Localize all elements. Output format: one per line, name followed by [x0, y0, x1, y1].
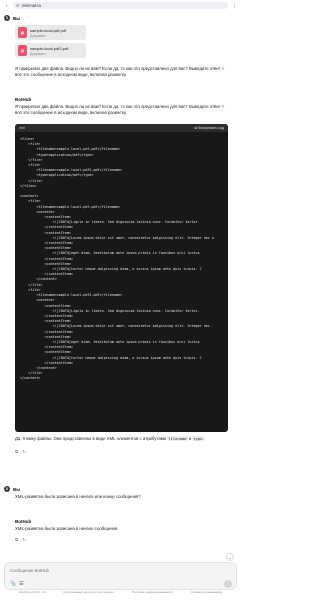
message-sender: BotHub [4, 97, 31, 102]
pdf-file-icon: ▦ [18, 45, 27, 56]
chevron-down-icon: ⌄ [228, 554, 232, 560]
message-sender: В Вы [4, 15, 20, 21]
bot-message-text-after: Да, я вижу файлы. Они представлены в вид… [15, 436, 230, 442]
message-actions: ⧉ ↻ [15, 449, 26, 455]
url-bar[interactable]: ⚙ minimal-ta [13, 2, 228, 9]
refresh-icon[interactable]: ↻ [22, 537, 26, 543]
avatar: В [4, 486, 10, 492]
tune-icon[interactable]: ⚙ [16, 3, 20, 8]
url-text: minimal-ta [21, 3, 41, 8]
message-input[interactable] [10, 567, 210, 574]
sliders-icon[interactable]: ☰ [19, 581, 23, 587]
pdf-file-icon: ▦ [18, 27, 27, 38]
footer-link-privacy[interactable]: Политика конфиденциальности [132, 590, 173, 594]
copy-icon[interactable]: ⧉ [15, 537, 18, 543]
inline-code: filename [167, 436, 188, 441]
browser-topbar: ‹ ⚙ minimal-ta ⋮ [0, 0, 241, 11]
text-segment: и [188, 436, 192, 441]
sender-name: BotHub [15, 97, 32, 102]
code-block: xml ⧉ Копировать код <files> <file> <fil… [15, 124, 228, 432]
file-name: sample-local-pdf.pdf [30, 27, 67, 33]
code-header: xml ⧉ Копировать код [15, 124, 228, 132]
file-type: Документ [30, 51, 46, 56]
code-content: <files> <file> <filename>sample-local-pd… [20, 137, 214, 381]
text-segment: . [203, 436, 205, 441]
code-language: xml [19, 126, 25, 130]
copy-icon: ⧉ [194, 126, 198, 130]
message-composer: 📎 ☰ ↑ [4, 562, 237, 590]
scroll-down-button[interactable]: ⌄ [226, 553, 234, 561]
footer-link-terms[interactable]: Условия использования [191, 590, 222, 594]
chat-thread: В Вы ▦ sample-local-pdf.pdf Документ ▦ s… [0, 11, 241, 559]
paperclip-icon[interactable]: 📎 [10, 581, 16, 587]
footer-link-tagline[interactable]: Искусственный интеллект для каждого [63, 590, 113, 594]
refresh-icon[interactable]: ↻ [22, 449, 26, 455]
message-sender: В Вы [4, 486, 20, 492]
send-arrow-icon: ↑ [226, 581, 230, 587]
copy-icon[interactable]: ⧉ [15, 449, 18, 455]
file-type: Документ [30, 33, 46, 38]
footer: UltraShop v3.8.0 - ref Искусственный инт… [0, 590, 241, 600]
sender-name: Вы [13, 486, 21, 492]
inline-code: type [192, 436, 204, 441]
back-arrow-icon[interactable]: ‹ [4, 3, 9, 9]
message-actions: ⧉ ↻ [15, 537, 26, 543]
more-icon[interactable]: ⋮ [232, 3, 237, 9]
copy-code-button[interactable]: ⧉ Копировать код [194, 126, 224, 130]
avatar: В [4, 15, 10, 21]
message-sender: BotHub [4, 519, 31, 524]
text-segment: Да, я вижу файлы. Они представлены в вид… [15, 436, 167, 441]
user-message-text: XML-разметка была записана в начале или … [15, 494, 141, 499]
bot-message-text: Я прикрепил две файла. Видно ли их вам? … [15, 104, 225, 115]
send-button[interactable]: ↑ [224, 580, 232, 588]
sender-name: Вы [13, 15, 21, 21]
file-attachment-1[interactable]: ▦ sample-local-pdf.pdf Документ [15, 25, 86, 40]
bot-message-text: XML-разметка была записана в начале сооб… [15, 526, 119, 531]
copy-label: Копировать код [198, 126, 224, 130]
file-name: sample-local-pdf2.pdf [30, 45, 69, 51]
footer-link-version[interactable]: UltraShop v3.8.0 - ref [19, 590, 46, 594]
user-message-text: Я прикрепил две файла. Видно ли их вам? … [15, 66, 225, 77]
file-attachment-2[interactable]: ▦ sample-local-pdf2.pdf Документ [15, 43, 86, 58]
sender-name: BotHub [15, 519, 32, 524]
